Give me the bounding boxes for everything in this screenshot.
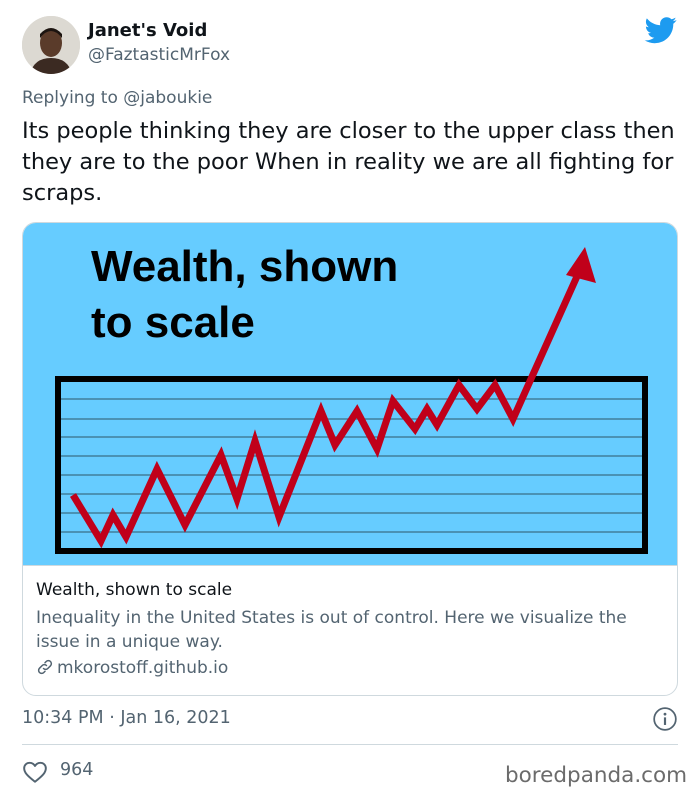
divider [22, 744, 678, 745]
card-domain-text[interactable]: mkorostoff.github.io [57, 658, 228, 678]
info-icon[interactable] [652, 706, 678, 732]
card-image-heading-line1: Wealth, shown [91, 242, 398, 291]
avatar[interactable] [22, 16, 80, 74]
reply-mention-link[interactable]: @jaboukie [123, 88, 212, 108]
author-handle[interactable]: @FaztasticMrFox [88, 45, 230, 65]
link-card[interactable]: Wealth, shown to scale Wealth, shown to … [22, 222, 678, 696]
wealth-arrow-head [566, 247, 596, 283]
author-name[interactable]: Janet's Void [88, 20, 207, 41]
card-description: Inequality in the United States is out o… [36, 608, 627, 652]
twitter-bird-icon[interactable] [644, 14, 678, 46]
card-meta[interactable]: Wealth, shown to scale Inequality in the… [23, 565, 677, 695]
chart-frame [55, 376, 648, 554]
tweet-timestamp[interactable]: 10:34 PM · Jan 16, 2021 [22, 708, 231, 728]
avatar-image [22, 16, 80, 74]
replying-prefix: Replying to [22, 88, 124, 108]
card-domain[interactable]: mkorostoff.github.io [36, 658, 228, 678]
tweet-text: Its people thinking they are closer to t… [22, 118, 675, 206]
card-image[interactable]: Wealth, shown to scale [23, 223, 677, 565]
watermark: boredpanda.com [505, 763, 688, 788]
card-image-heading-line2: to scale [91, 298, 255, 347]
replying-to: Replying to @jaboukie [22, 88, 212, 108]
like-count[interactable]: 964 [60, 760, 93, 780]
card-title[interactable]: Wealth, shown to scale [36, 580, 232, 600]
heart-icon[interactable] [22, 760, 48, 784]
link-icon [37, 659, 53, 675]
card-image-graphic: Wealth, shown to scale [55, 242, 648, 554]
